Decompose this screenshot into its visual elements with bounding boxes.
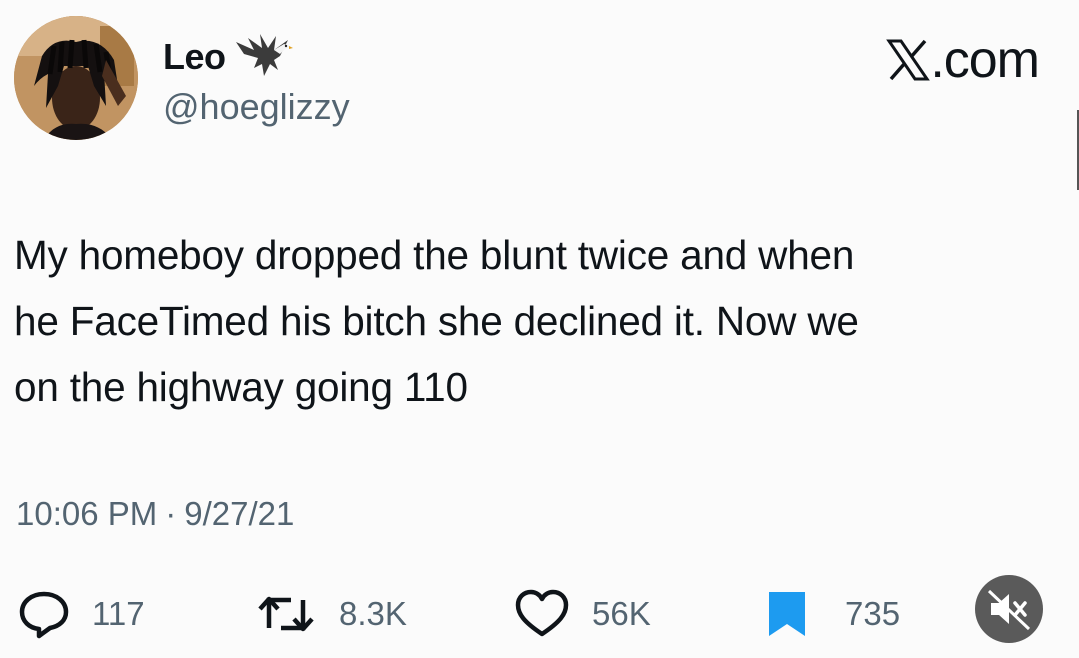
timestamp-separator: · <box>165 495 177 532</box>
tweet-timestamp[interactable]: 10:06 PM · 9/27/21 <box>16 495 294 533</box>
brand-watermark: .com <box>886 30 1040 90</box>
reply-button[interactable]: 117 <box>18 584 145 644</box>
x-logo-icon <box>886 39 931 81</box>
bookmark-icon <box>769 592 805 636</box>
author-handle[interactable]: @hoeglizzy <box>163 86 350 128</box>
tweet-text-line: he FaceTimed his bitch she declined it. … <box>14 298 859 344</box>
avatar[interactable] <box>14 16 138 140</box>
avatar-image <box>14 16 138 140</box>
bookmark-count: 735 <box>845 595 901 632</box>
author-name-row: Leo <box>163 34 294 80</box>
retweet-button[interactable]: 8.3K <box>255 584 407 644</box>
retweet-icon <box>258 596 314 632</box>
tweet-text-line: My homeboy dropped the blunt twice and w… <box>14 232 855 278</box>
heart-icon <box>515 589 569 637</box>
speaker-muted-icon <box>987 589 1031 631</box>
like-count: 56K <box>592 595 651 632</box>
tweet-text-line: on the highway going 110 <box>14 364 468 410</box>
brand-label: .com <box>930 31 1040 89</box>
action-bar: 117 8.3K 56K 735 <box>0 584 1079 644</box>
author-display-name[interactable]: Leo <box>163 36 226 78</box>
tweet-card: Leo @hoeglizzy .com My homeboy dropped t… <box>0 0 1079 658</box>
tweet-date: 9/27/21 <box>184 495 295 532</box>
bookmark-button[interactable]: 735 <box>765 584 900 644</box>
reply-count: 117 <box>92 595 145 632</box>
reply-icon <box>19 591 69 639</box>
eagle-icon <box>235 34 293 76</box>
retweet-count: 8.3K <box>339 595 407 632</box>
like-button[interactable]: 56K <box>514 584 651 644</box>
tweet-text: My homeboy dropped the blunt twice and w… <box>14 222 1054 420</box>
mute-button[interactable] <box>975 575 1043 643</box>
tweet-time: 10:06 PM <box>16 495 158 532</box>
